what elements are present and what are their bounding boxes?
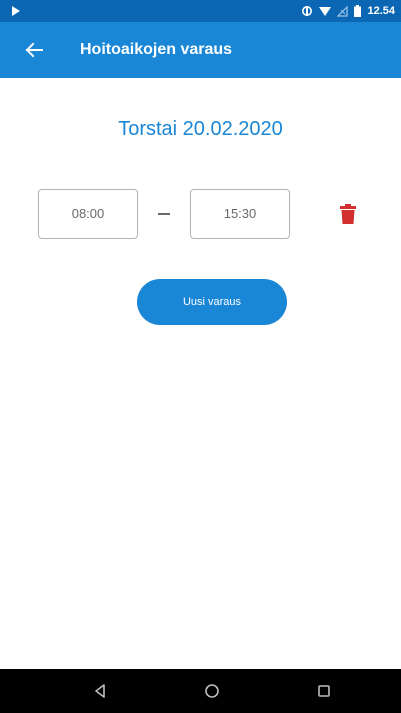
page-title: Hoitoaikojen varaus [80,41,233,58]
time-range-separator [158,213,170,215]
nav-home-button[interactable] [200,679,224,703]
start-time-field[interactable]: 08:00 [38,189,138,239]
end-time-field[interactable]: 15:30 [190,189,290,239]
arrow-left-icon [25,42,43,58]
recent-square-icon [318,685,330,697]
app-bar: Hoitoaikojen varaus [0,22,401,78]
home-circle-icon [205,684,219,698]
back-button[interactable] [22,38,46,62]
nav-back-button[interactable] [88,679,112,703]
status-time: 12.54 [367,5,395,17]
date-heading: Torstai 20.02.2020 [118,118,283,140]
signal-icon [337,5,349,17]
status-icons: 12.54 [301,0,395,22]
nav-recent-button[interactable] [312,679,336,703]
wifi-icon [319,6,332,16]
vibrate-icon [302,6,313,16]
system-nav-bar [0,669,401,713]
new-booking-button[interactable]: Uusi varaus [137,279,287,325]
status-bar: 12.54 [0,0,401,22]
back-triangle-icon [95,684,105,698]
play-notification-icon [12,6,20,16]
delete-reservation-button[interactable] [340,204,356,224]
battery-icon [354,5,362,17]
trash-icon [340,204,356,224]
